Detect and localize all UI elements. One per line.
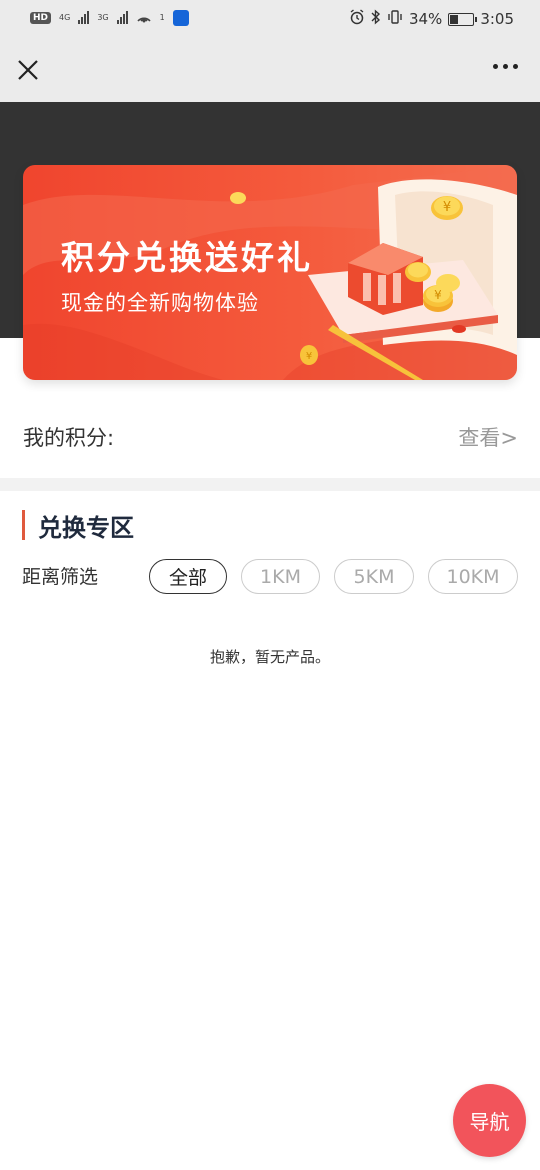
signal-icon-2 xyxy=(116,11,128,24)
filter-chip-5km[interactable]: 5KM xyxy=(334,559,414,594)
my-points-row: 我的积分: 查看> xyxy=(0,392,540,478)
alarm-icon xyxy=(349,9,365,29)
network-type-2: 3G xyxy=(97,12,109,22)
more-icon[interactable] xyxy=(493,64,518,69)
svg-text:¥: ¥ xyxy=(443,200,451,215)
status-left: HD 4G 3G 1 xyxy=(30,9,189,26)
hd-badge: HD xyxy=(30,11,52,24)
filter-chip-1km[interactable]: 1KM xyxy=(241,559,320,594)
banner-title: 积分兑换送好礼 xyxy=(61,238,313,277)
section-title: 兑换专区 xyxy=(38,513,134,542)
banner-subtitle: 现金的全新购物体验 xyxy=(61,291,259,315)
empty-state-message: 抱歉，暂无产品。 xyxy=(209,648,330,666)
view-points-link[interactable]: 查看> xyxy=(458,422,518,452)
promo-banner[interactable]: ¥ ¥ ¥ 积分兑换送好礼 现金的全新购物体验 xyxy=(23,165,517,380)
bluetooth-icon xyxy=(371,9,381,29)
clock: 3:05 xyxy=(480,10,514,28)
section-divider xyxy=(0,478,540,491)
hotspot-icon xyxy=(136,9,152,26)
filter-chip-all[interactable]: 全部 xyxy=(149,559,227,594)
battery-percent: 34% xyxy=(408,10,443,28)
svg-text:¥: ¥ xyxy=(306,351,312,362)
app-notification-icon xyxy=(172,9,189,26)
status-right: 34% 3:05 xyxy=(349,9,514,29)
network-type-1: 4G xyxy=(59,12,71,22)
my-points-label: 我的积分: xyxy=(23,426,115,450)
vibrate-icon xyxy=(387,9,403,29)
coin-icon: ¥ xyxy=(431,196,463,220)
hotspot-count: 1 xyxy=(159,12,165,22)
nav-bar xyxy=(0,38,540,102)
distance-filter-label: 距离筛选 xyxy=(22,566,99,588)
section-accent-bar xyxy=(22,510,25,540)
battery-level xyxy=(450,14,459,24)
status-bar: HD 4G 3G 1 34% 3:05 xyxy=(0,0,540,38)
navigate-button[interactable]: 导航 xyxy=(453,1084,526,1157)
close-icon[interactable] xyxy=(14,56,42,84)
battery-icon xyxy=(448,12,478,26)
section-header: 兑换专区 xyxy=(22,509,134,542)
signal-icon-1 xyxy=(78,11,90,24)
filter-chip-10km[interactable]: 10KM xyxy=(428,559,518,594)
